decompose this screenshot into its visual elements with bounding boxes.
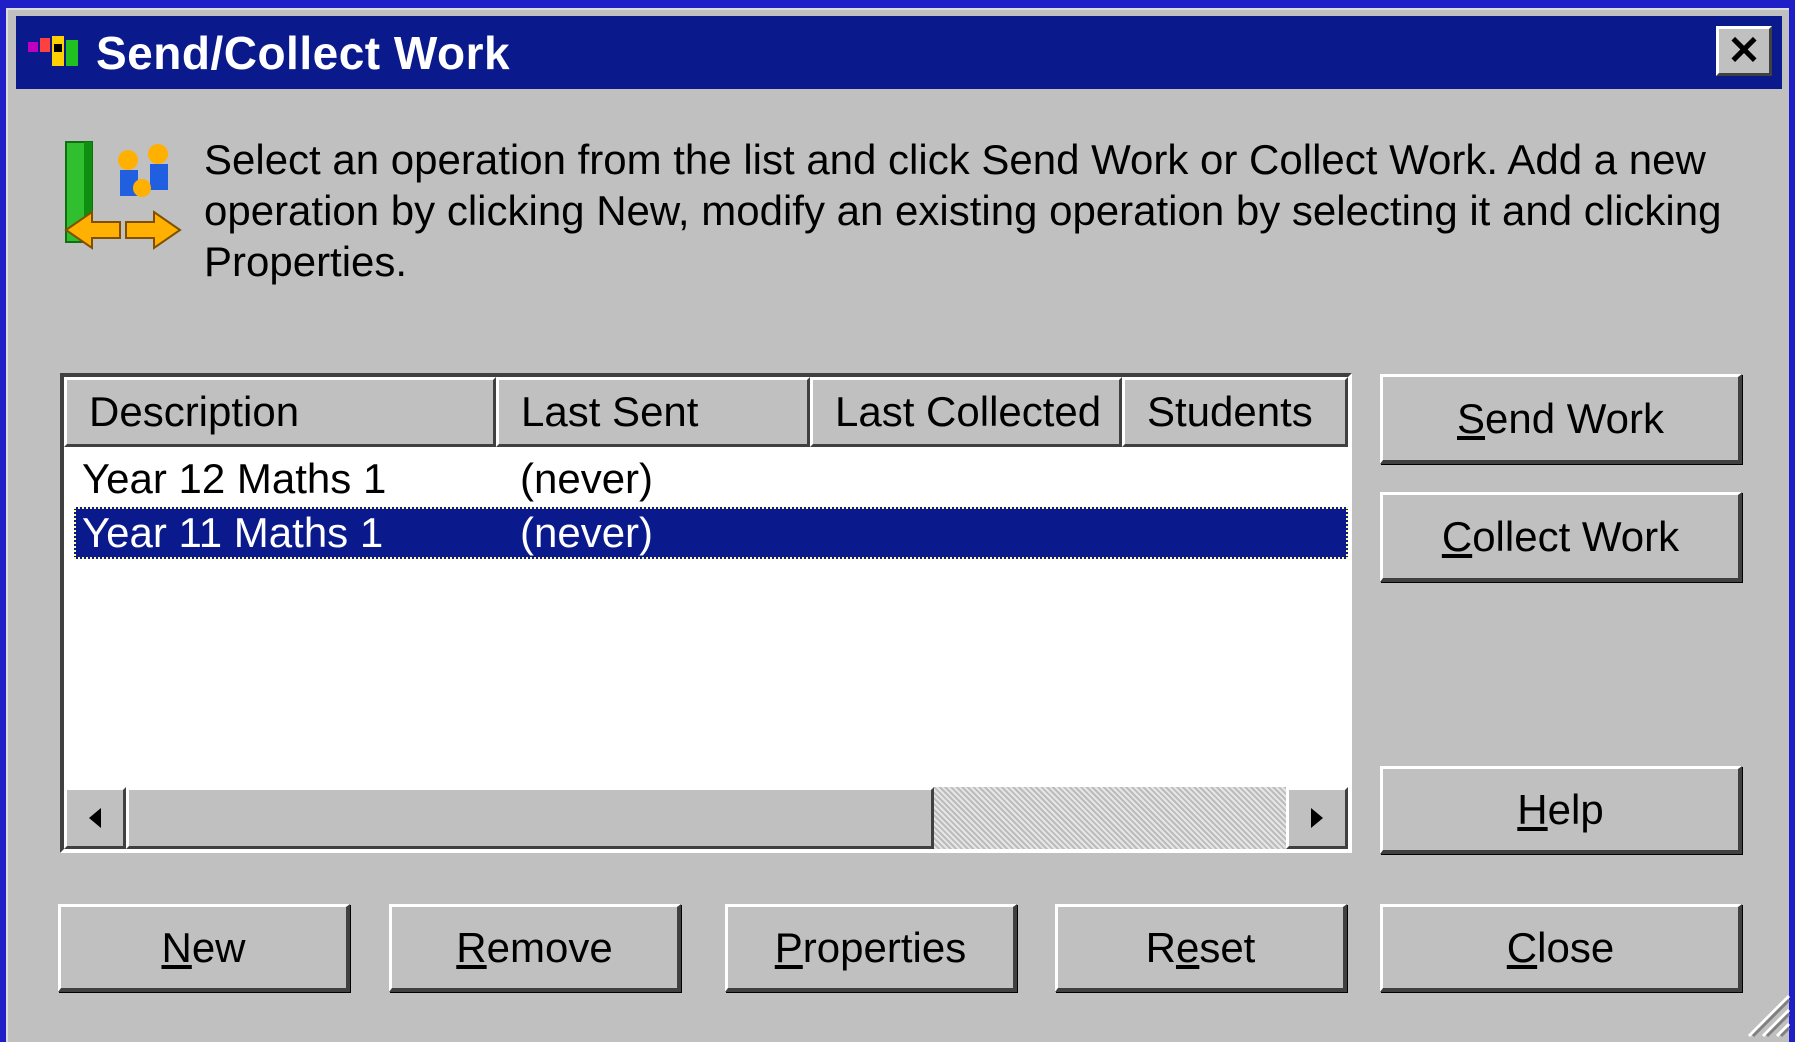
list-header: Description Last Sent Last Collected Stu…	[64, 377, 1348, 447]
operations-list[interactable]: Description Last Sent Last Collected Stu…	[60, 373, 1352, 853]
screen: Send/Collect Work ✕ Select an operation …	[0, 0, 1795, 1042]
help-accel: H	[1517, 785, 1548, 833]
new-label: ew	[191, 923, 246, 971]
collect-work-label: ollect Work	[1472, 512, 1680, 560]
title-bar: Send/Collect Work ✕	[16, 16, 1782, 89]
close-accel: C	[1506, 923, 1538, 971]
help-label: elp	[1547, 785, 1604, 833]
remove-button[interactable]: Remove	[389, 904, 681, 992]
remove-accel: R	[456, 923, 487, 971]
row-description: Year 12 Maths 1	[82, 455, 387, 502]
send-collect-icon	[64, 141, 182, 250]
list-row[interactable]: Year 12 Maths 1 (never)	[74, 453, 1348, 505]
reset-accel: e	[1175, 923, 1200, 971]
row-last-sent: (never)	[520, 509, 654, 556]
column-header-last-sent[interactable]: Last Sent	[496, 377, 810, 447]
scrollbar-thumb[interactable]	[126, 787, 934, 849]
horizontal-scrollbar[interactable]	[64, 787, 1348, 849]
remove-label: emove	[486, 923, 613, 971]
collect-work-button[interactable]: Collect Work	[1380, 492, 1742, 582]
arrow-left-icon	[89, 808, 101, 828]
arrow-right-icon	[1311, 808, 1323, 828]
scroll-right-button[interactable]	[1286, 787, 1348, 849]
column-header-last-collected[interactable]: Last Collected	[810, 377, 1122, 447]
row-description: Year 11 Maths 1	[82, 509, 384, 556]
window-title: Send/Collect Work	[96, 26, 511, 79]
reset-button[interactable]: Re set	[1055, 904, 1347, 992]
send-work-accel: S	[1457, 394, 1486, 442]
properties-label: roperties	[802, 923, 967, 971]
close-icon: ✕	[1727, 29, 1761, 73]
help-button[interactable]: Help	[1380, 766, 1742, 854]
reset-label-start: R	[1145, 923, 1176, 971]
resize-grip-icon[interactable]	[1743, 990, 1791, 1038]
send-work-button[interactable]: Send Work	[1380, 374, 1742, 464]
scroll-left-button[interactable]	[64, 787, 126, 849]
new-accel: N	[161, 923, 192, 971]
collect-work-accel: C	[1441, 512, 1473, 560]
column-header-students[interactable]: Students	[1122, 377, 1348, 447]
instructions-text: Select an operation from the list and cl…	[204, 136, 1722, 285]
reset-label: set	[1199, 923, 1256, 971]
send-work-label: end Work	[1485, 394, 1664, 442]
close-button[interactable]: Close	[1380, 904, 1742, 992]
close-window-button[interactable]: ✕	[1716, 26, 1772, 76]
list-row-selected[interactable]: Year 11 Maths 1 (never)	[74, 507, 1348, 559]
app-icon	[28, 35, 78, 66]
properties-button[interactable]: Properties	[725, 904, 1017, 992]
close-label: lose	[1537, 923, 1615, 971]
properties-accel: P	[774, 923, 803, 971]
row-last-sent: (never)	[520, 455, 654, 502]
column-header-description[interactable]: Description	[64, 377, 496, 447]
new-button[interactable]: New	[58, 904, 350, 992]
